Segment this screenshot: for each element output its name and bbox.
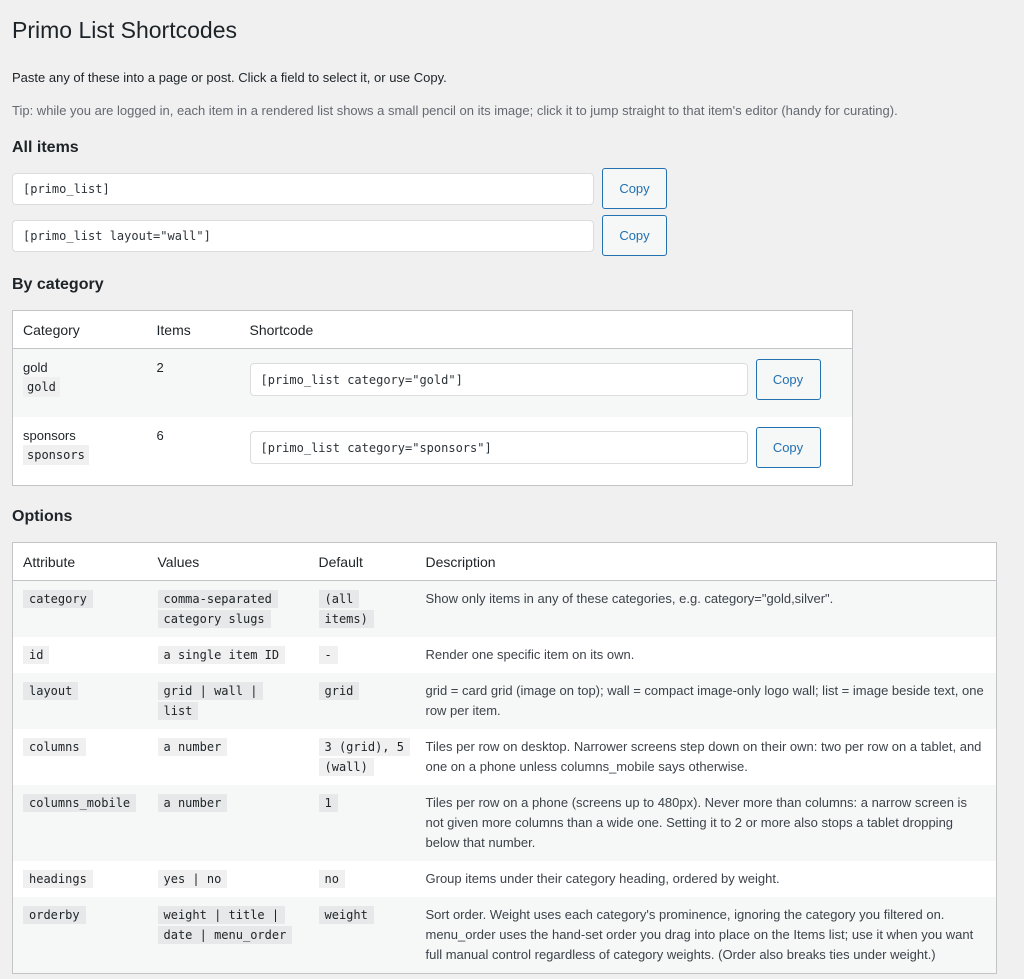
attribute-default: grid: [318, 682, 360, 700]
by-category-heading: By category: [12, 276, 104, 293]
page-title: Primo List Shortcodes: [12, 17, 237, 43]
options-table: Attribute Values Default Description cat…: [12, 542, 997, 974]
attribute-values: weight | title | date | menu_order: [157, 906, 293, 944]
category-slug: gold: [23, 377, 60, 397]
category-table: Category Items Shortcode gold gold 2 [pr…: [12, 310, 853, 486]
copy-button[interactable]: Copy: [602, 168, 667, 209]
all-items-heading: All items: [12, 139, 79, 156]
attribute-name: id: [23, 646, 50, 664]
attribute-default: 1: [318, 794, 338, 812]
table-row: category comma-separated category slugs …: [12, 580, 997, 637]
intro-text: Paste any of these into a page or post. …: [12, 70, 447, 85]
attribute-name: headings: [23, 870, 93, 888]
shortcode-field[interactable]: [primo_list]: [12, 172, 594, 205]
attribute-description: grid = card grid (image on top); wall = …: [415, 673, 997, 729]
attribute-default: no: [318, 870, 345, 888]
table-row: headings yes | no no Group items under t…: [13, 861, 997, 897]
attribute-default: 3 (grid), 5 (wall): [318, 738, 410, 776]
attribute-default: (all items): [318, 590, 374, 628]
page: Primo List Shortcodes Paste any of these…: [0, 0, 1024, 974]
item-count: 2: [146, 348, 240, 417]
table-row: orderby weight | title | date | menu_ord…: [12, 897, 997, 974]
copy-button[interactable]: Copy: [602, 215, 667, 256]
column-header-values: Values: [147, 542, 309, 581]
shortcode-row: [primo_list] Copy: [12, 168, 1012, 209]
attribute-default: weight: [318, 906, 374, 924]
table-row: layout grid | wall | list grid grid = ca…: [12, 673, 997, 729]
attribute-values: grid | wall | list: [157, 682, 264, 720]
attribute-default: -: [318, 646, 338, 664]
copy-button[interactable]: Copy: [755, 427, 821, 468]
column-header-shortcode: Shortcode: [239, 310, 853, 349]
tip-text: Tip: while you are logged in, each item …: [12, 103, 898, 118]
column-header-attribute: Attribute: [12, 542, 148, 581]
attribute-name: columns_mobile: [23, 794, 137, 812]
attribute-name: columns: [23, 738, 86, 756]
attribute-description: Tiles per row on a phone (screens up to …: [415, 785, 997, 861]
column-header-description: Description: [415, 542, 997, 581]
attribute-description: Sort order. Weight uses each category's …: [415, 897, 997, 974]
column-header-default: Default: [308, 542, 416, 581]
attribute-name: layout: [23, 682, 79, 700]
shortcode-field[interactable]: [primo_list category="gold"]: [249, 363, 748, 396]
attribute-description: Render one specific item on its own.: [425, 647, 635, 662]
attribute-description: Show only items in any of these categori…: [415, 580, 997, 637]
table-row: columns a number 3 (grid), 5 (wall) Tile…: [13, 729, 997, 785]
category-name: sponsors: [23, 428, 76, 443]
options-heading: Options: [12, 508, 73, 525]
attribute-description: Tiles per row on desktop. Narrower scree…: [425, 739, 982, 774]
attribute-name: orderby: [23, 906, 86, 924]
attribute-name: category: [23, 590, 93, 608]
item-count: 6: [156, 428, 164, 443]
attribute-values: a number: [157, 738, 228, 756]
attribute-values: a single item ID: [157, 646, 286, 664]
attribute-values: comma-separated category slugs: [157, 590, 278, 628]
shortcode-field[interactable]: [primo_list layout="wall"]: [12, 219, 594, 252]
copy-button[interactable]: Copy: [755, 359, 821, 400]
category-shortcode: [primo_list category="sponsors"] Copy: [249, 427, 843, 468]
table-row: columns_mobile a number 1 Tiles per row …: [12, 785, 997, 861]
category-name: gold: [23, 360, 48, 375]
category-shortcode: [primo_list category="gold"] Copy: [249, 359, 843, 400]
shortcode-field[interactable]: [primo_list category="sponsors"]: [249, 431, 748, 464]
table-row: sponsors sponsors 6 [primo_list category…: [13, 417, 853, 486]
column-header-category: Category: [12, 310, 147, 349]
table-row: id a single item ID - Render one specifi…: [13, 637, 997, 673]
attribute-description: Group items under their category heading…: [425, 871, 780, 886]
shortcode-row: [primo_list layout="wall"] Copy: [12, 215, 1012, 256]
category-slug: sponsors: [23, 445, 89, 465]
attribute-values: yes | no: [157, 870, 228, 888]
column-header-items: Items: [146, 310, 240, 349]
table-row: gold gold 2 [primo_list category="gold"]…: [12, 348, 853, 417]
attribute-values: a number: [157, 794, 228, 812]
